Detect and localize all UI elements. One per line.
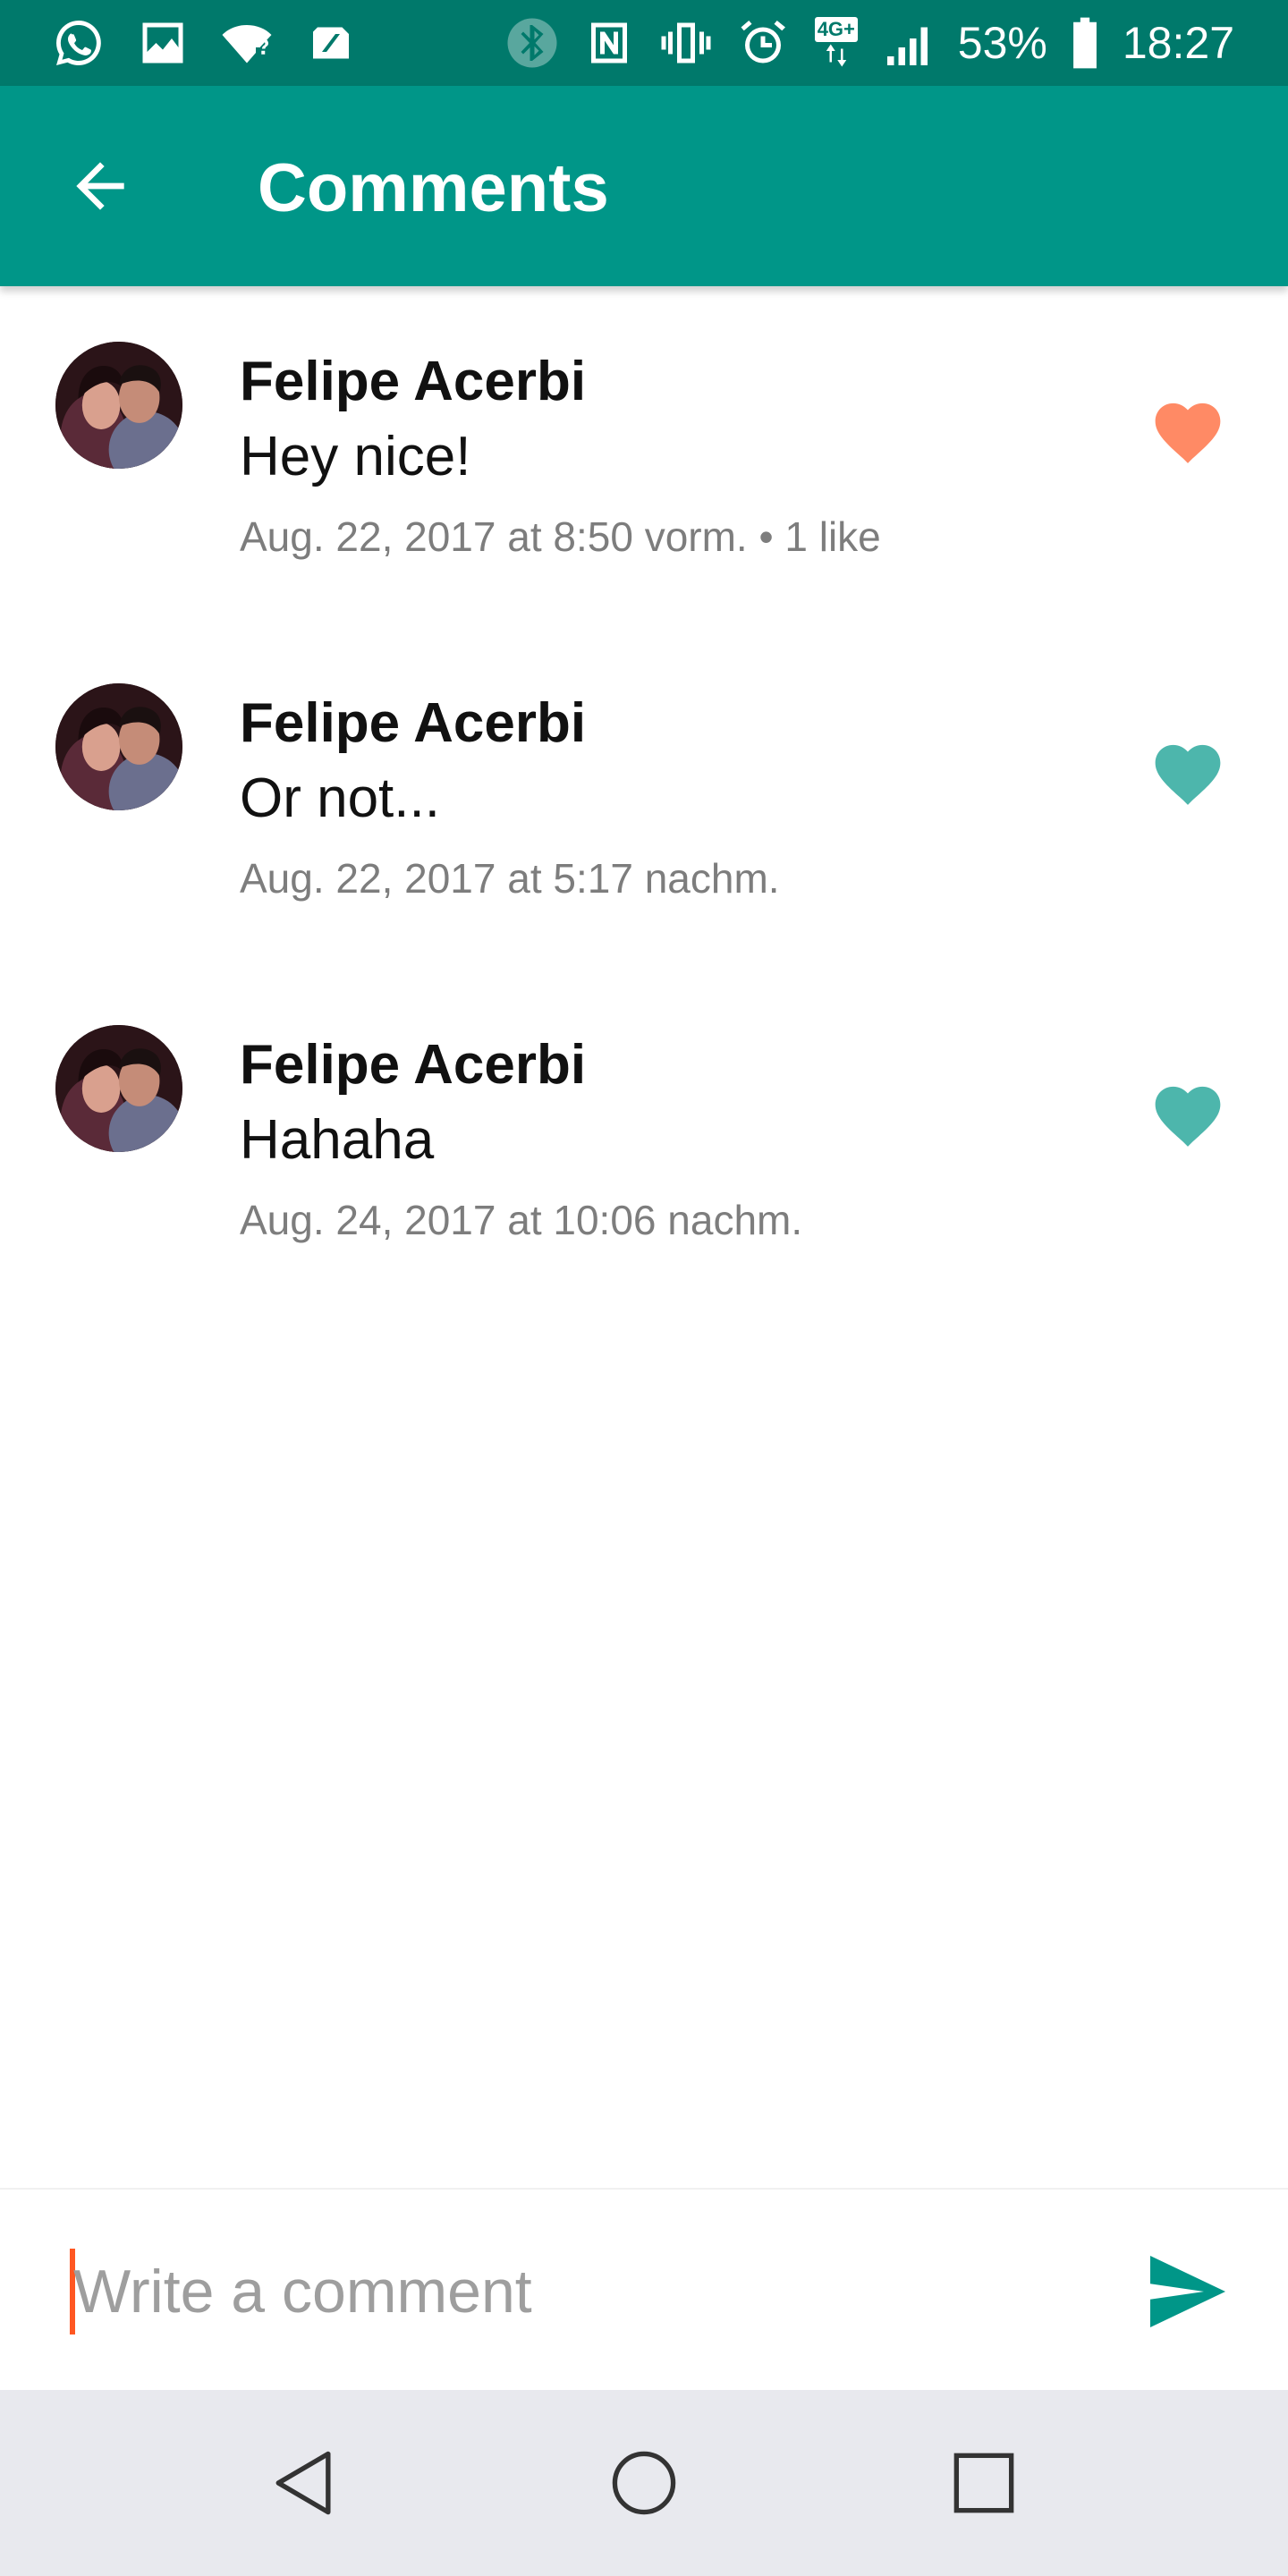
alarm-icon <box>734 14 792 72</box>
comment-text: Hahaha <box>240 1109 435 1171</box>
heart-icon <box>1155 744 1221 805</box>
system-nav-bar <box>0 2390 1288 2576</box>
network-4g-icon: 4G+ <box>811 14 861 72</box>
wifi-question-icon <box>218 14 275 72</box>
send-icon <box>1150 2256 1225 2327</box>
page-title: Comments <box>258 150 609 226</box>
comment-item: Felipe Acerbi Hahaha Aug. 24, 2017 at 10… <box>0 970 1288 1311</box>
vibrate-icon <box>657 14 715 72</box>
like-button[interactable] <box>1138 1068 1238 1157</box>
nav-recents-button[interactable] <box>939 2438 1029 2528</box>
status-bar: 4G+ 53% 18:27 <box>0 0 1288 86</box>
status-bar-right: 4G+ 53% 18:27 <box>504 0 1234 86</box>
image-icon <box>134 14 191 72</box>
comment-author: Felipe Acerbi <box>240 351 587 412</box>
network-badge: 4G+ <box>814 17 858 42</box>
battery-percent: 53% <box>957 18 1047 68</box>
comment-composer <box>0 2188 1288 2390</box>
battery-icon <box>1067 14 1103 72</box>
heart-icon <box>1155 402 1221 463</box>
sim-icon <box>302 14 360 72</box>
comment-item: Felipe Acerbi Or not... Aug. 22, 2017 at… <box>0 628 1288 970</box>
arrow-back-icon <box>76 162 124 210</box>
nav-back-button[interactable] <box>259 2438 349 2528</box>
avatar[interactable] <box>55 683 182 810</box>
recents-square-icon <box>953 2453 1014 2513</box>
comment-text: Or not... <box>240 767 440 829</box>
status-bar-left <box>50 0 360 86</box>
comment-author: Felipe Acerbi <box>240 1034 587 1096</box>
nav-home-button[interactable] <box>599 2438 689 2528</box>
heart-icon <box>1155 1086 1221 1147</box>
nfc-icon <box>580 14 638 72</box>
like-button[interactable] <box>1138 385 1238 474</box>
comments-screen: 4G+ 53% 18:27 Comments Felipe Acerbi Hey… <box>0 0 1288 2576</box>
signal-icon <box>881 14 938 72</box>
comment-text: Hey nice! <box>240 426 471 487</box>
home-circle-icon <box>612 2451 676 2515</box>
back-triangle-icon <box>275 2451 331 2515</box>
comment-input[interactable] <box>73 2241 1093 2342</box>
whatsapp-icon <box>50 14 107 72</box>
bluetooth-icon <box>504 14 561 72</box>
send-button[interactable] <box>1134 2240 1238 2343</box>
app-bar: Comments <box>0 86 1288 286</box>
avatar[interactable] <box>55 1025 182 1152</box>
comment-list: Felipe Acerbi Hey nice! Aug. 22, 2017 at… <box>0 286 1288 1311</box>
comment-author: Felipe Acerbi <box>240 692 587 754</box>
comment-item: Felipe Acerbi Hey nice! Aug. 22, 2017 at… <box>0 286 1288 628</box>
avatar[interactable] <box>55 342 182 469</box>
comment-meta: Aug. 24, 2017 at 10:06 nachm. <box>240 1197 803 1243</box>
like-button[interactable] <box>1138 726 1238 816</box>
clock: 18:27 <box>1122 18 1234 68</box>
back-button[interactable] <box>50 136 150 236</box>
comment-meta: Aug. 22, 2017 at 8:50 vorm. • 1 like <box>240 513 881 560</box>
comment-meta: Aug. 22, 2017 at 5:17 nachm. <box>240 855 780 902</box>
